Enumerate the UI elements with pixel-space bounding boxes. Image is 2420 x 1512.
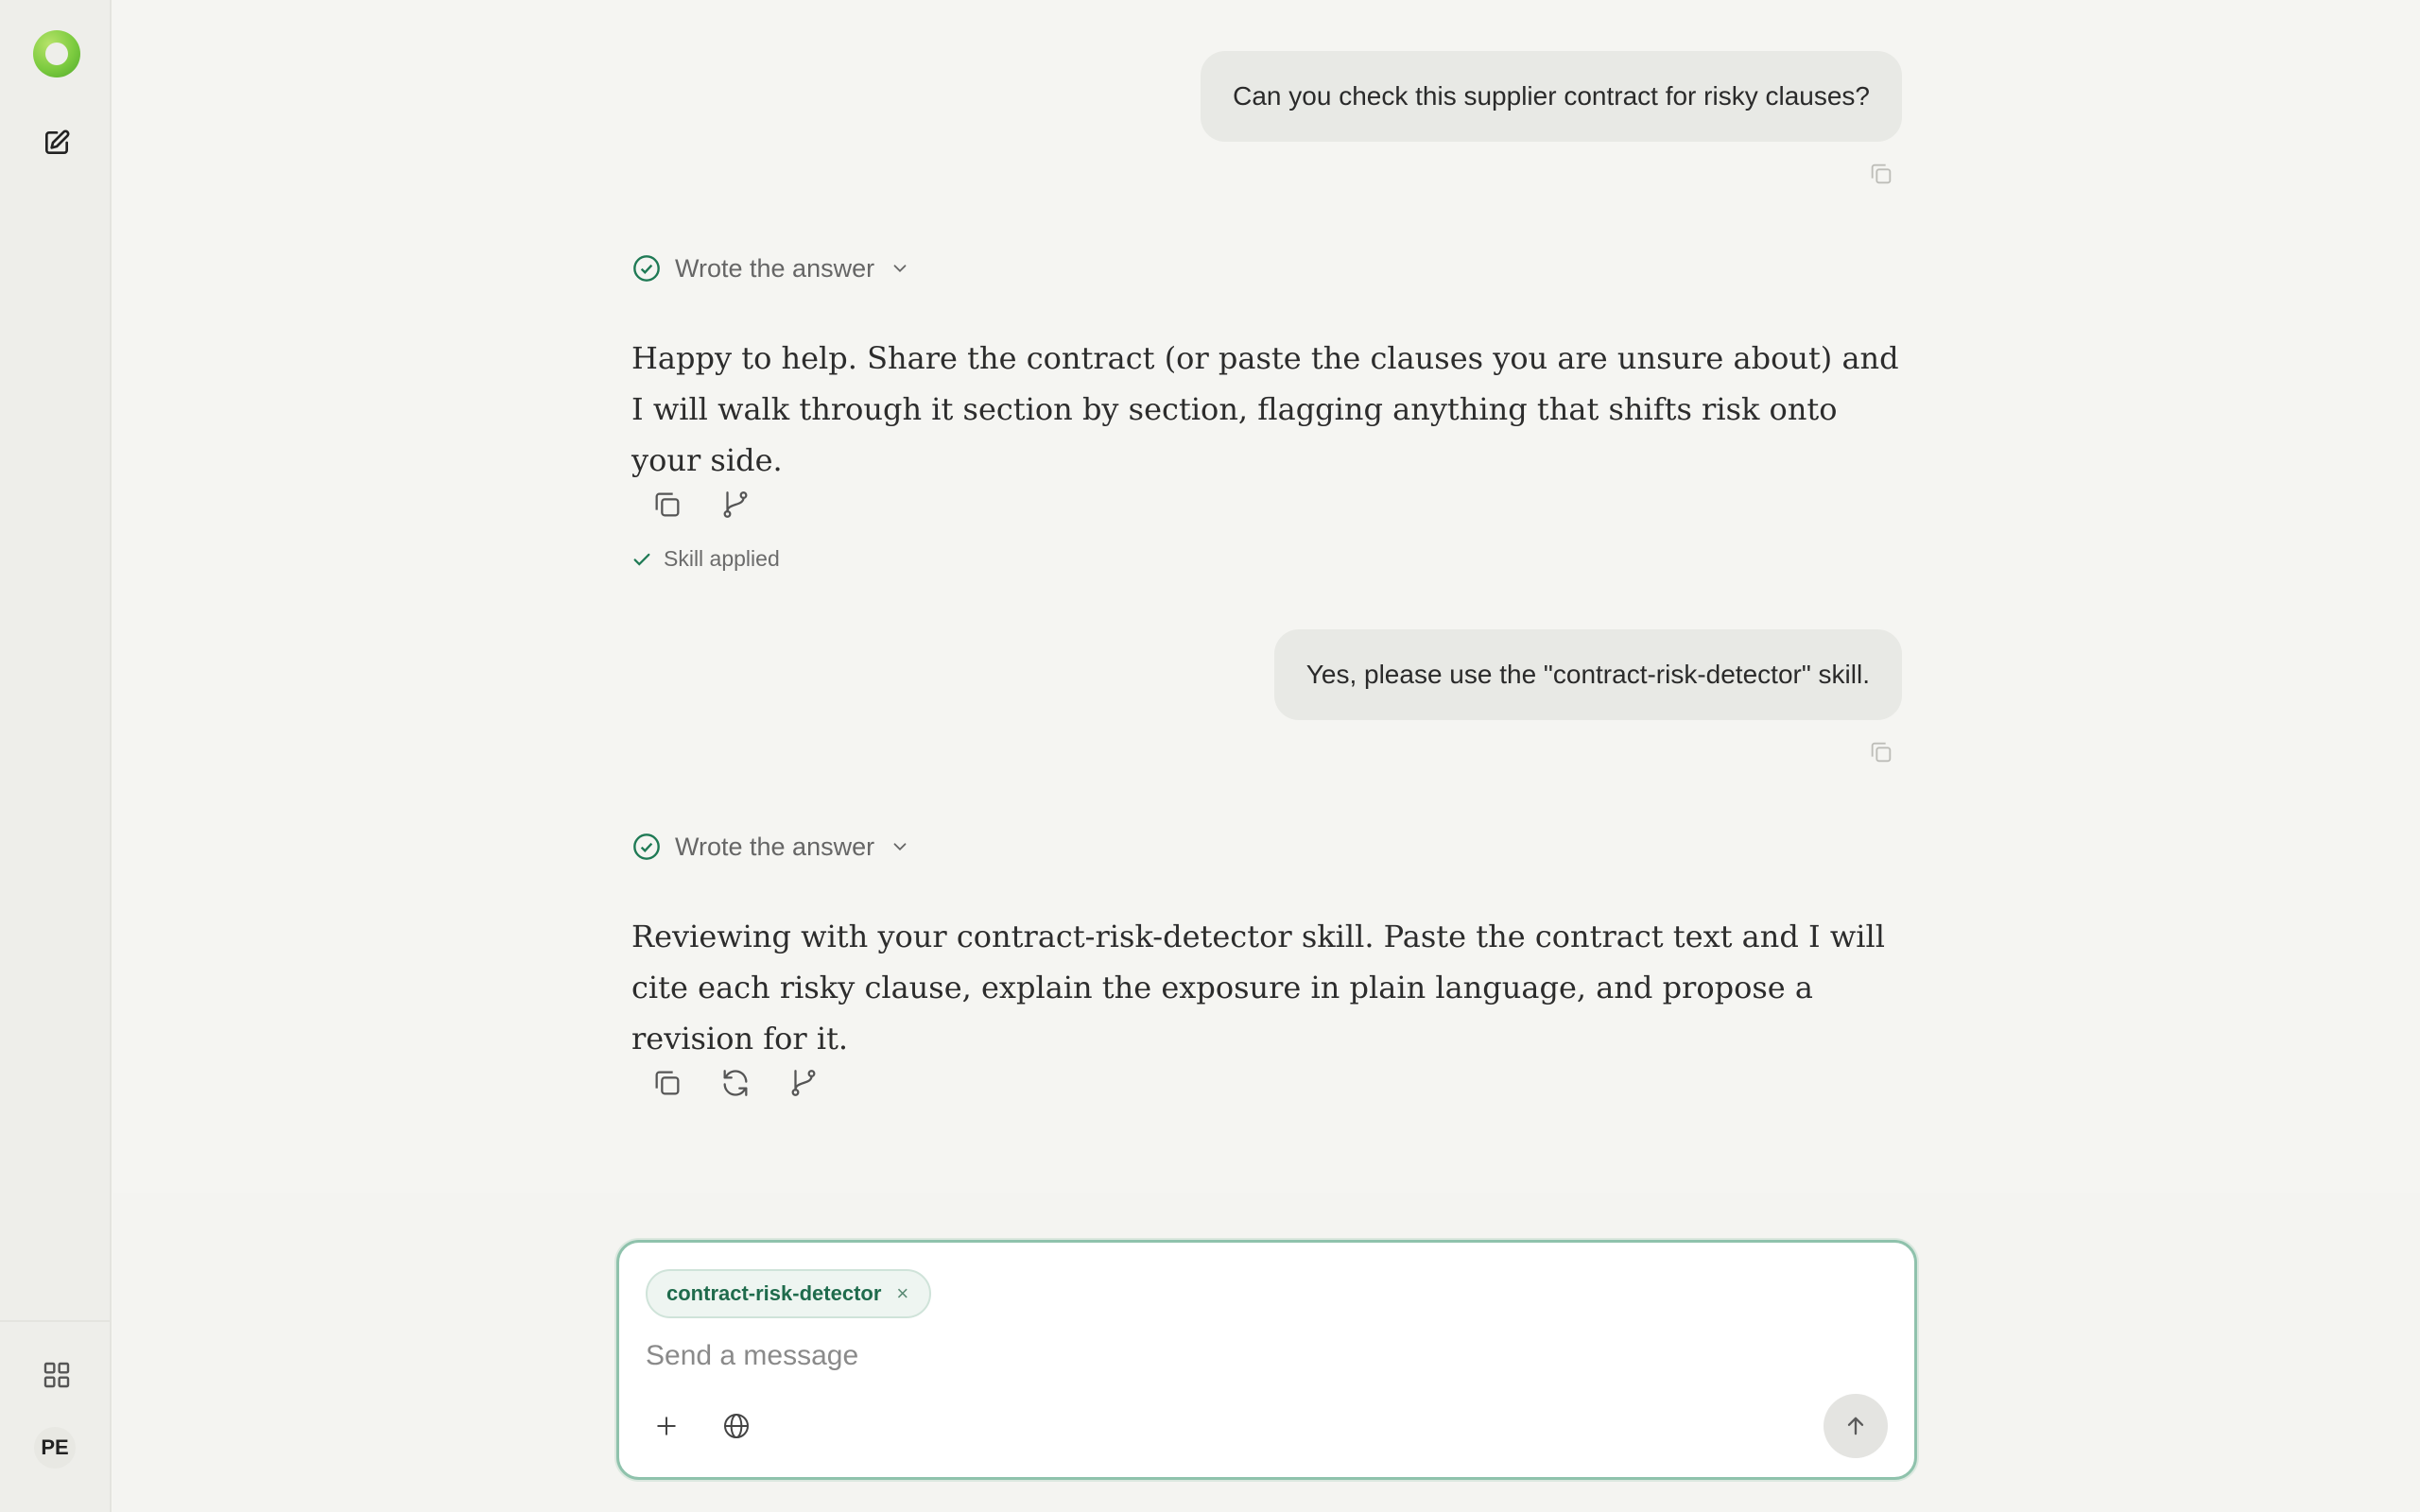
check-circle-icon — [633, 255, 660, 282]
copy-icon[interactable] — [1866, 737, 1896, 767]
check-circle-icon — [633, 833, 660, 860]
web-search-globe-icon[interactable] — [710, 1400, 763, 1452]
skill-applied-label: Skill applied — [664, 546, 780, 571]
copy-icon[interactable] — [1866, 159, 1896, 189]
chevron-down-icon — [890, 258, 910, 279]
user-message: Can you check this supplier contract for… — [1201, 51, 1902, 142]
branch-icon[interactable] — [709, 478, 762, 531]
send-button[interactable] — [1824, 1394, 1888, 1458]
user-avatar[interactable]: PE — [34, 1427, 76, 1469]
add-attachment-icon[interactable] — [640, 1400, 693, 1452]
copy-icon[interactable] — [641, 478, 694, 531]
new-chat-icon[interactable] — [33, 119, 80, 166]
user-message: Yes, please use the "contract-risk-detec… — [1273, 629, 1902, 720]
message-actions — [641, 1057, 830, 1109]
skill-chip-label: contract-risk-detector — [666, 1281, 882, 1305]
branch-icon[interactable] — [777, 1057, 830, 1109]
answer-status-toggle[interactable]: Wrote the answer — [631, 828, 910, 866]
remove-skill-icon[interactable]: × — [896, 1281, 908, 1306]
assistant-message: Reviewing with your contract-risk-detect… — [631, 919, 1885, 1057]
app-logo[interactable] — [33, 30, 80, 77]
copy-icon[interactable] — [641, 1057, 694, 1109]
chevron-down-icon — [890, 836, 910, 857]
checkmark-icon — [633, 553, 650, 566]
message-composer: contract-risk-detector × — [616, 1240, 1917, 1480]
sidebar: PE — [0, 0, 112, 1512]
answer-status-label: Wrote the answer — [675, 832, 875, 861]
sidebar-divider — [0, 1320, 112, 1322]
message-input[interactable] — [646, 1335, 1875, 1377]
regenerate-icon[interactable] — [709, 1057, 762, 1109]
assistant-message: Happy to help. Share the contract (or pa… — [631, 340, 1899, 478]
answer-status-label: Wrote the answer — [675, 253, 875, 283]
answer-status-toggle[interactable]: Wrote the answer — [631, 249, 910, 287]
message-actions — [641, 478, 762, 531]
apps-grid-icon[interactable] — [33, 1351, 80, 1399]
skill-applied-indicator: Skill applied — [631, 546, 780, 572]
skill-chip[interactable]: contract-risk-detector × — [646, 1269, 932, 1318]
arrow-up-icon — [1847, 1417, 1864, 1435]
